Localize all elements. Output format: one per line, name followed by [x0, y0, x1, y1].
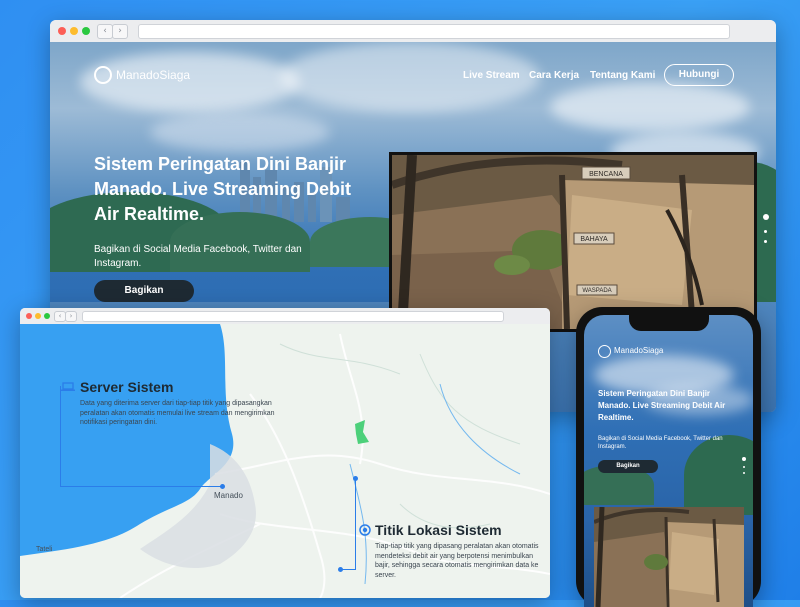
address-bar[interactable] — [82, 311, 504, 322]
share-button[interactable]: Bagikan — [94, 280, 194, 302]
minimize-window-dot[interactable] — [35, 313, 41, 319]
forward-arrow-icon[interactable]: › — [112, 24, 128, 39]
sign-bencana: BENCANA — [589, 171, 623, 178]
address-bar[interactable] — [138, 24, 730, 39]
phone-notch — [629, 315, 709, 331]
sign-bahaya: BAHAYA — [580, 236, 608, 243]
close-window-dot[interactable] — [26, 313, 32, 319]
slider-dot-active[interactable] — [763, 214, 769, 220]
hero-title: Sistem Peringatan Dini Banjir Manado. Li… — [94, 154, 352, 224]
phone-share-button[interactable]: Bagikan — [598, 460, 658, 473]
phone-live-stream-video[interactable] — [594, 507, 744, 607]
live-stream-frame: BENCANA BAHAYA WASPADA — [392, 155, 754, 329]
maximize-window-dot[interactable] — [82, 27, 90, 35]
slider-dot[interactable] — [743, 466, 745, 468]
hero-subtitle: Bagikan di Social Media Facebook, Twitte… — [94, 244, 302, 269]
slider-dot[interactable] — [764, 240, 767, 243]
place-label-manado: Manado — [214, 491, 243, 500]
browser-toolbar: ‹ › — [50, 20, 776, 43]
map-browser-window: ‹ › Server Sistem Data yang diterima ser… — [20, 308, 550, 598]
back-arrow-icon[interactable]: ‹ — [97, 24, 113, 39]
maximize-window-dot[interactable] — [44, 313, 50, 319]
nav-link-tentang-kami[interactable]: Tentang Kami — [590, 70, 655, 81]
close-window-dot[interactable] — [58, 27, 66, 35]
mobile-phone-mockup: ManadoSiaga Sistem Peringatan Dini Banji… — [576, 307, 761, 607]
logo-icon[interactable] — [94, 66, 112, 84]
sign-waspada: WASPADA — [582, 288, 611, 294]
server-description: Data yang diterima server dari tiap-tiap… — [80, 400, 275, 426]
nav-link-live-stream[interactable]: Live Stream — [463, 70, 520, 81]
forward-arrow-icon[interactable]: › — [65, 311, 77, 322]
brand-name[interactable]: ManadoSiaga — [116, 68, 190, 82]
logo-icon[interactable] — [598, 345, 611, 358]
browser-toolbar: ‹ › — [20, 308, 550, 325]
live-stream-video[interactable]: BENCANA BAHAYA WASPADA — [389, 152, 757, 332]
hubungi-button[interactable]: Hubungi — [664, 64, 734, 86]
location-target-icon — [359, 524, 371, 536]
laptop-icon — [61, 382, 75, 391]
place-label-tateli: Tateli — [36, 546, 53, 553]
live-stream-frame — [594, 507, 744, 607]
minimize-window-dot[interactable] — [70, 27, 78, 35]
location-description: Tiap-tiap titik yang dipasang peralatan … — [375, 543, 539, 579]
slider-dot[interactable] — [764, 230, 767, 233]
map-view[interactable]: Server Sistem Data yang diterima server … — [20, 324, 550, 598]
slider-dot-active[interactable] — [742, 457, 746, 461]
phone-hero-subtitle: Bagikan di Social Media Facebook, Twitte… — [598, 436, 723, 450]
phone-screen: ManadoSiaga Sistem Peringatan Dini Banji… — [584, 315, 753, 607]
brand-name[interactable]: ManadoSiaga — [614, 346, 663, 355]
location-title: Titik Lokasi Sistem — [375, 522, 502, 538]
nav-link-cara-kerja[interactable]: Cara Kerja — [529, 70, 579, 81]
phone-hero-title: Sistem Peringatan Dini Banjir Manado. Li… — [598, 389, 726, 422]
slider-dot[interactable] — [743, 472, 745, 474]
server-title: Server Sistem — [80, 379, 174, 395]
